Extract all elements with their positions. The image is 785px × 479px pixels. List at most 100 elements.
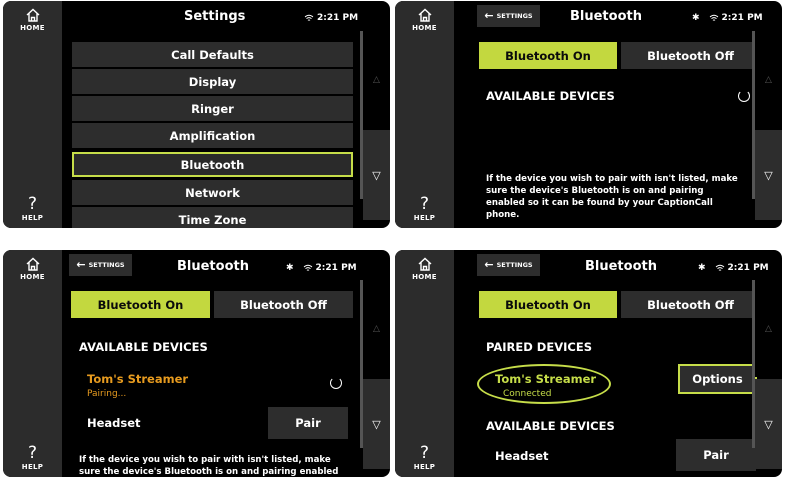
triangle-up-icon: △ (765, 74, 772, 85)
page-title: Bluetooth (177, 259, 249, 274)
menu-item-display[interactable]: Display (72, 69, 353, 94)
triangle-down-icon: ▽ (372, 168, 381, 182)
help-icon: ? (27, 443, 38, 463)
left-nav: HOME ? HELP (395, 250, 454, 477)
home-icon (418, 8, 431, 22)
bluetooth-screen-paired: HOME ? HELP ← SETTINGS Bluetooth ✱ 2:21 … (395, 250, 782, 477)
help-label: HELP (413, 463, 436, 471)
arrow-left-icon: ← (76, 258, 86, 271)
left-nav: HOME ? HELP (3, 1, 62, 228)
home-label: HOME (412, 24, 437, 32)
bluetooth-screen-pairing: HOME ? HELP ← SETTINGS Bluetooth ✱ 2:21 … (3, 250, 390, 477)
loading-spinner-icon (738, 90, 750, 102)
help-label: HELP (21, 463, 44, 471)
help-label: HELP (21, 214, 44, 222)
menu-item-call-defaults[interactable]: Call Defaults (72, 42, 353, 67)
device-options-button[interactable]: Options (678, 364, 757, 394)
menu-item-bluetooth[interactable]: Bluetooth (72, 152, 353, 177)
home-button[interactable]: HOME (395, 1, 454, 47)
back-label: SETTINGS (88, 261, 125, 269)
scroll-down-button[interactable]: ▽ (755, 130, 782, 220)
device-name-toms-streamer[interactable]: Tom's Streamer (87, 372, 188, 386)
scroll-controls: △ ▽ (752, 250, 782, 477)
menu-item-network[interactable]: Network (72, 180, 353, 205)
settings-screen: HOME ? HELP Settings 2:21 PM Call Defaul… (3, 1, 390, 228)
home-icon (26, 257, 39, 271)
paired-devices-heading: PAIRED DEVICES (486, 340, 592, 354)
bluetooth-off-button[interactable]: Bluetooth Off (214, 291, 353, 318)
triangle-up-icon: △ (765, 323, 772, 334)
available-devices-heading: AVAILABLE DEVICES (486, 89, 615, 103)
help-button[interactable]: ? HELP (3, 182, 62, 228)
menu-item-ringer[interactable]: Ringer (72, 96, 353, 121)
pair-headset-button[interactable]: Pair (676, 439, 756, 471)
help-icon: ? (419, 443, 430, 463)
pair-headset-button[interactable]: Pair (268, 407, 348, 439)
bluetooth-off-button[interactable]: Bluetooth Off (621, 291, 760, 318)
scroll-up-button[interactable]: △ (363, 31, 390, 128)
available-devices-heading: AVAILABLE DEVICES (486, 419, 615, 433)
scroll-down-button[interactable]: ▽ (363, 379, 390, 469)
scroll-down-button[interactable]: ▽ (363, 130, 390, 220)
back-to-settings-button[interactable]: ← SETTINGS (477, 5, 540, 27)
device-status-pairing: Pairing... (87, 389, 127, 399)
device-name-toms-streamer[interactable]: Tom's Streamer (495, 372, 596, 386)
triangle-up-icon: △ (373, 74, 380, 85)
menu-item-time-zone[interactable]: Time Zone (72, 207, 353, 228)
wifi-icon (303, 264, 312, 271)
back-label: SETTINGS (496, 12, 533, 20)
left-nav: HOME ? HELP (3, 250, 62, 477)
back-to-settings-button[interactable]: ← SETTINGS (69, 254, 132, 276)
arrow-left-icon: ← (484, 9, 494, 22)
triangle-down-icon: ▽ (764, 417, 773, 431)
wifi-icon (715, 264, 724, 271)
scroll-controls: △ ▽ (752, 1, 782, 228)
bluetooth-icon: ✱ (698, 263, 706, 273)
help-button[interactable]: ? HELP (395, 182, 454, 228)
menu-item-amplification[interactable]: Amplification (72, 123, 353, 148)
device-status-connected: Connected (503, 389, 552, 399)
scroll-up-button[interactable]: △ (755, 280, 782, 377)
triangle-up-icon: △ (373, 323, 380, 334)
page-title: Bluetooth (585, 259, 657, 274)
pairing-help-text: If the device you wish to pair with isn'… (486, 174, 738, 220)
wifi-icon (709, 14, 718, 21)
help-label: HELP (413, 214, 436, 222)
scroll-up-button[interactable]: △ (755, 31, 782, 128)
triangle-down-icon: ▽ (372, 417, 381, 431)
device-name-headset[interactable]: Headset (87, 416, 141, 430)
bluetooth-icon: ✱ (286, 263, 294, 273)
triangle-down-icon: ▽ (764, 168, 773, 182)
home-icon (26, 8, 39, 22)
home-icon (418, 257, 431, 271)
back-to-settings-button[interactable]: ← SETTINGS (477, 254, 540, 276)
bluetooth-on-button[interactable]: Bluetooth On (479, 42, 617, 69)
status-time: 2:21 PM (304, 13, 358, 23)
bluetooth-on-button[interactable]: Bluetooth On (479, 291, 617, 318)
wifi-icon (304, 14, 314, 21)
bluetooth-off-button[interactable]: Bluetooth Off (621, 42, 760, 69)
help-button[interactable]: ? HELP (3, 431, 62, 477)
scroll-controls: △ ▽ (360, 1, 390, 228)
home-label: HOME (412, 273, 437, 281)
device-name-headset[interactable]: Headset (495, 449, 549, 463)
scroll-down-button[interactable]: ▽ (755, 379, 782, 469)
home-button[interactable]: HOME (395, 250, 454, 296)
left-nav: HOME ? HELP (395, 1, 454, 228)
home-button[interactable]: HOME (3, 1, 62, 47)
bluetooth-on-button[interactable]: Bluetooth On (71, 291, 210, 318)
bluetooth-icon: ✱ (692, 13, 700, 23)
home-button[interactable]: HOME (3, 250, 62, 296)
page-title: Settings (184, 9, 246, 24)
pairing-help-text: If the device you wish to pair with isn'… (79, 455, 339, 477)
help-button[interactable]: ? HELP (395, 431, 454, 477)
page-title: Bluetooth (570, 9, 642, 24)
bluetooth-screen-searching: HOME ? HELP ← SETTINGS Bluetooth ✱ 2:21 … (395, 1, 782, 228)
home-label: HOME (20, 273, 45, 281)
help-icon: ? (27, 194, 38, 214)
scroll-up-button[interactable]: △ (363, 280, 390, 377)
arrow-left-icon: ← (484, 258, 494, 271)
available-devices-heading: AVAILABLE DEVICES (79, 340, 208, 354)
scroll-controls: △ ▽ (360, 250, 390, 477)
status-time: ✱ 2:21 PM (286, 263, 357, 273)
